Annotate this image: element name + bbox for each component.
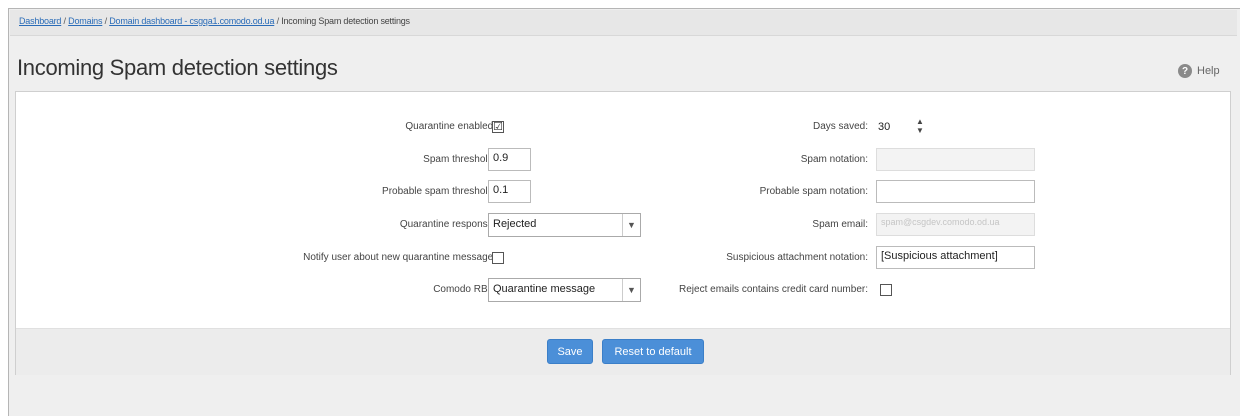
breadcrumb-link-domains[interactable]: Domains [68,16,102,26]
notify-user-checkbox[interactable] [492,252,504,264]
quarantine-enabled-checkbox[interactable]: ☑ [492,121,504,133]
days-saved-spinner[interactable]: 30 ▲ ▼ [878,115,928,139]
probable-spam-threshold-input[interactable]: 0.1 [488,180,531,203]
quarantine-response-value: Rejected [493,218,537,230]
settings-panel: Quarantine enabled: ☑ Days saved: 30 ▲ ▼ … [15,91,1231,375]
spam-email-input[interactable]: spam@csgdev.comodo.od.ua [876,213,1035,236]
save-button[interactable]: Save [547,339,593,364]
row-comodo-rbl: Comodo RBL: Quarantine message ▼ Reject … [16,278,1230,302]
spam-threshold-label: Spam threshold: [423,154,496,165]
spam-notation-input[interactable] [876,148,1035,171]
help-link[interactable]: ? Help [1178,64,1220,78]
spam-threshold-input[interactable]: 0.9 [488,148,531,171]
breadcrumb-separator: / [104,16,108,26]
breadcrumb-current: Incoming Spam detection settings [281,16,410,26]
row-probable-spam-threshold: Probable spam threshold: 0.1 Probable sp… [16,180,1230,204]
reject-credit-card-label: Reject emails contains credit card numbe… [679,284,868,295]
suspicious-attachment-notation-label: Suspicious attachment notation: [726,252,868,263]
probable-spam-notation-label: Probable spam notation: [759,186,868,197]
suspicious-attachment-notation-input[interactable]: [Suspicious attachment] [876,246,1035,269]
row-spam-threshold: Spam threshold: 0.9 Spam notation: [16,148,1230,172]
row-notify-user: Notify user about new quarantine message… [16,246,1230,270]
probable-spam-threshold-label: Probable spam threshold: [382,186,496,197]
notify-user-label: Notify user about new quarantine message… [303,252,496,263]
breadcrumb-link-domain-dashboard[interactable]: Domain dashboard - csgqa1.comodo.od.ua [109,16,274,26]
breadcrumb-separator: / [63,16,67,26]
spam-notation-label: Spam notation: [800,154,868,165]
reset-to-default-button[interactable]: Reset to default [602,339,704,364]
form-actions-bar: Save Reset to default [16,328,1230,375]
spam-email-label: Spam email: [812,219,868,230]
probable-spam-notation-input[interactable] [876,180,1035,203]
quarantine-response-label: Quarantine response: [399,219,496,230]
reject-credit-card-checkbox[interactable] [880,284,892,296]
breadcrumb-link-dashboard[interactable]: Dashboard [19,16,61,26]
quarantine-enabled-label: Quarantine enabled: [405,121,496,132]
row-quarantine-enabled: Quarantine enabled: ☑ Days saved: 30 ▲ ▼ [16,115,1230,139]
breadcrumb: Dashboard / Domains / Domain dashboard -… [10,10,1237,36]
row-quarantine-response: Quarantine response: Rejected ▼ Spam ema… [16,213,1230,237]
spinner-arrows-icon[interactable]: ▲ ▼ [915,117,925,135]
page-title: Incoming Spam detection settings [17,55,338,80]
days-saved-value: 30 [878,121,891,133]
help-label: Help [1197,65,1220,77]
comodo-rbl-label: Comodo RBL: [433,284,496,295]
days-saved-label: Days saved: [812,121,868,132]
breadcrumb-separator: / [276,16,280,26]
question-circle-icon: ? [1178,64,1192,78]
check-mark-icon: ☑ [493,120,503,133]
